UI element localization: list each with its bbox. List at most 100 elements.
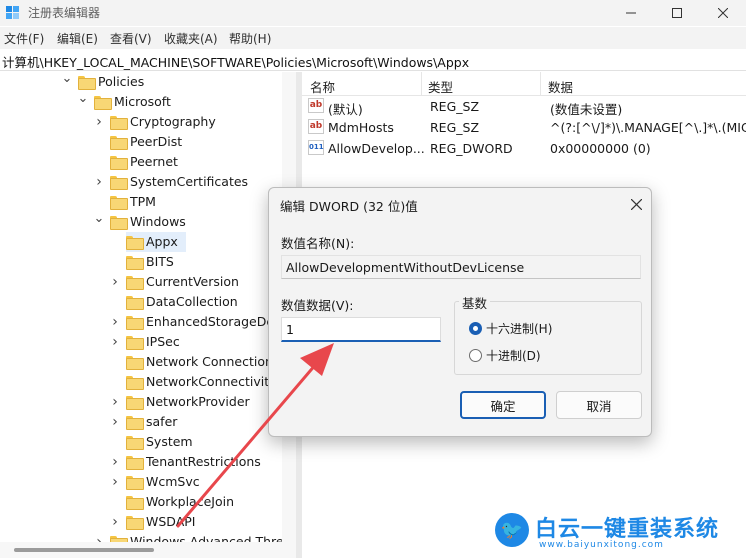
radio-decimal[interactable]: 十进制(D)	[469, 346, 541, 364]
value-data-input[interactable]	[281, 317, 441, 342]
tree-item[interactable]: › NetworkProvider	[0, 392, 282, 412]
folder-icon	[94, 96, 112, 110]
tree-item-label: Policies	[98, 74, 145, 89]
tree-item[interactable]: ⌄ Policies	[0, 72, 282, 92]
tree-item[interactable]: TPM	[0, 192, 282, 212]
column-header-name[interactable]: 名称	[310, 77, 335, 96]
dialog-close-button[interactable]	[625, 193, 647, 215]
registry-tree[interactable]: ⌄ Policies ⌄ Microsoft › Cryptography PeerDist…	[0, 72, 296, 542]
tree-item-label: DataCollection	[146, 294, 238, 309]
menu-file[interactable]: 文件(F)	[4, 30, 44, 47]
tree-item[interactable]: › EnhancedStorageDevic	[0, 312, 292, 332]
folder-icon	[110, 136, 128, 150]
tree-item[interactable]: › IPSec	[0, 332, 282, 352]
chevron-right-icon[interactable]: ›	[110, 514, 120, 530]
chevron-right-icon[interactable]: ›	[110, 394, 120, 410]
value-row[interactable]: ab (默认) REG_SZ (数值未设置)	[302, 96, 746, 117]
value-name-label: 数值名称(N):	[281, 236, 355, 251]
ok-button[interactable]: 确定	[460, 391, 546, 419]
chevron-right-icon[interactable]: ›	[110, 314, 120, 330]
chevron-down-icon[interactable]: ⌄	[62, 72, 73, 86]
folder-icon	[126, 376, 144, 390]
radio-decimal-label: 十进制(D)	[486, 348, 541, 363]
chevron-right-icon[interactable]: ›	[110, 274, 120, 290]
tree-item-label: PeerDist	[130, 134, 183, 149]
tree-item-label: Peernet	[130, 154, 178, 169]
minimize-button[interactable]	[608, 0, 654, 26]
value-name: (默认)	[328, 102, 363, 117]
value-type: REG_SZ	[430, 120, 480, 135]
string-value-icon: ab	[308, 98, 324, 113]
chevron-down-icon[interactable]: ⌄	[78, 91, 89, 106]
tree-item[interactable]: WorkplaceJoin	[0, 492, 282, 512]
tree-item[interactable]: › Windows Advanced Threat	[0, 532, 296, 542]
tree-item[interactable]: BITS	[0, 252, 282, 272]
folder-icon	[126, 396, 144, 410]
tree-item[interactable]: ⌄ Windows	[0, 211, 282, 232]
tree-item-label: TenantRestrictions	[146, 454, 261, 469]
chevron-right-icon[interactable]: ›	[110, 414, 120, 430]
watermark-url: www.baiyunxitong.com	[539, 540, 664, 550]
menu-favorites[interactable]: 收藏夹(A)	[164, 30, 218, 47]
tree-item-label: NetworkProvider	[146, 394, 250, 409]
value-row[interactable]: ab MdmHosts REG_SZ ^(?:[^\/]*)\.MANAGE[^…	[302, 117, 746, 138]
tree-item-label: Appx	[146, 234, 178, 249]
chevron-down-icon[interactable]: ⌄	[94, 211, 105, 226]
tree-item[interactable]: PeerDist	[0, 132, 282, 152]
chevron-right-icon[interactable]: ›	[110, 454, 120, 470]
folder-icon	[126, 496, 144, 510]
cancel-button[interactable]: 取消	[556, 391, 642, 419]
radio-selected-icon[interactable]	[469, 321, 482, 335]
tree-item-label: BITS	[146, 254, 174, 269]
tree-item[interactable]: › WSDAPI	[0, 512, 282, 532]
tree-horizontal-scrollbar[interactable]	[0, 542, 296, 558]
menu-edit[interactable]: 编辑(E)	[57, 30, 98, 47]
tree-item[interactable]: Network Connections	[0, 352, 282, 372]
tree-item[interactable]: NetworkConnectivitySta	[0, 372, 296, 392]
tree-item-label: WcmSvc	[146, 474, 200, 489]
regedit-icon	[6, 6, 19, 19]
tree-item[interactable]: › safer	[0, 412, 282, 432]
tree-item[interactable]: DataCollection	[0, 292, 282, 312]
column-header-type[interactable]: 类型	[428, 77, 453, 96]
close-button[interactable]	[700, 0, 746, 26]
tree-item[interactable]: Appx	[0, 232, 282, 252]
chevron-right-icon[interactable]: ›	[110, 334, 120, 350]
tree-item[interactable]: › Cryptography	[0, 112, 282, 132]
tree-item[interactable]: › WcmSvc	[0, 472, 282, 492]
tree-item[interactable]: › TenantRestrictions	[0, 452, 282, 472]
tree-item-label: IPSec	[146, 334, 180, 349]
chevron-right-icon[interactable]: ›	[110, 474, 120, 490]
column-divider[interactable]	[540, 72, 541, 96]
chevron-right-icon[interactable]: ›	[94, 114, 104, 130]
chevron-right-icon[interactable]: ›	[94, 174, 104, 190]
scrollbar-thumb[interactable]	[14, 548, 154, 552]
close-icon	[630, 198, 642, 210]
maximize-button[interactable]	[654, 0, 700, 26]
radio-unselected-icon[interactable]	[469, 348, 482, 362]
column-divider[interactable]	[421, 72, 422, 96]
tree-item-label: WorkplaceJoin	[146, 494, 235, 509]
value-row[interactable]: 011 AllowDevelop... REG_DWORD 0x00000000…	[302, 138, 746, 159]
value-data: ^(?:[^\/]*)\.MANAGE[^\.]*\.(MICR	[550, 120, 746, 135]
edit-dword-dialog: 编辑 DWORD (32 位)值 数值名称(N): AllowDevelopme…	[268, 187, 652, 437]
tree-item-label: TPM	[130, 194, 156, 209]
address-path: 计算机\HKEY_LOCAL_MACHINE\SOFTWARE\Policies…	[2, 55, 470, 70]
column-header-data[interactable]: 数据	[548, 77, 573, 96]
menu-view[interactable]: 查看(V)	[110, 30, 152, 47]
tree-item[interactable]: ⌄ Microsoft	[0, 91, 282, 112]
address-bar[interactable]: 计算机\HKEY_LOCAL_MACHINE\SOFTWARE\Policies…	[0, 49, 746, 71]
tree-item[interactable]: Peernet	[0, 152, 282, 172]
tree-item-label: Windows	[130, 214, 186, 229]
watermark-text: 白云一键重装系统	[535, 517, 720, 542]
tree-item[interactable]: › SystemCertificates	[0, 172, 282, 192]
tree-item[interactable]: › CurrentVersion	[0, 272, 282, 292]
menu-help[interactable]: 帮助(H)	[229, 30, 271, 47]
folder-icon	[126, 276, 144, 290]
radio-hex[interactable]: 十六进制(H)	[469, 319, 552, 337]
value-data: (数值未设置)	[550, 102, 623, 117]
folder-icon	[126, 456, 144, 470]
value-name: MdmHosts	[328, 120, 394, 135]
title-bar: 注册表编辑器	[0, 0, 746, 26]
tree-item[interactable]: System	[0, 432, 282, 452]
